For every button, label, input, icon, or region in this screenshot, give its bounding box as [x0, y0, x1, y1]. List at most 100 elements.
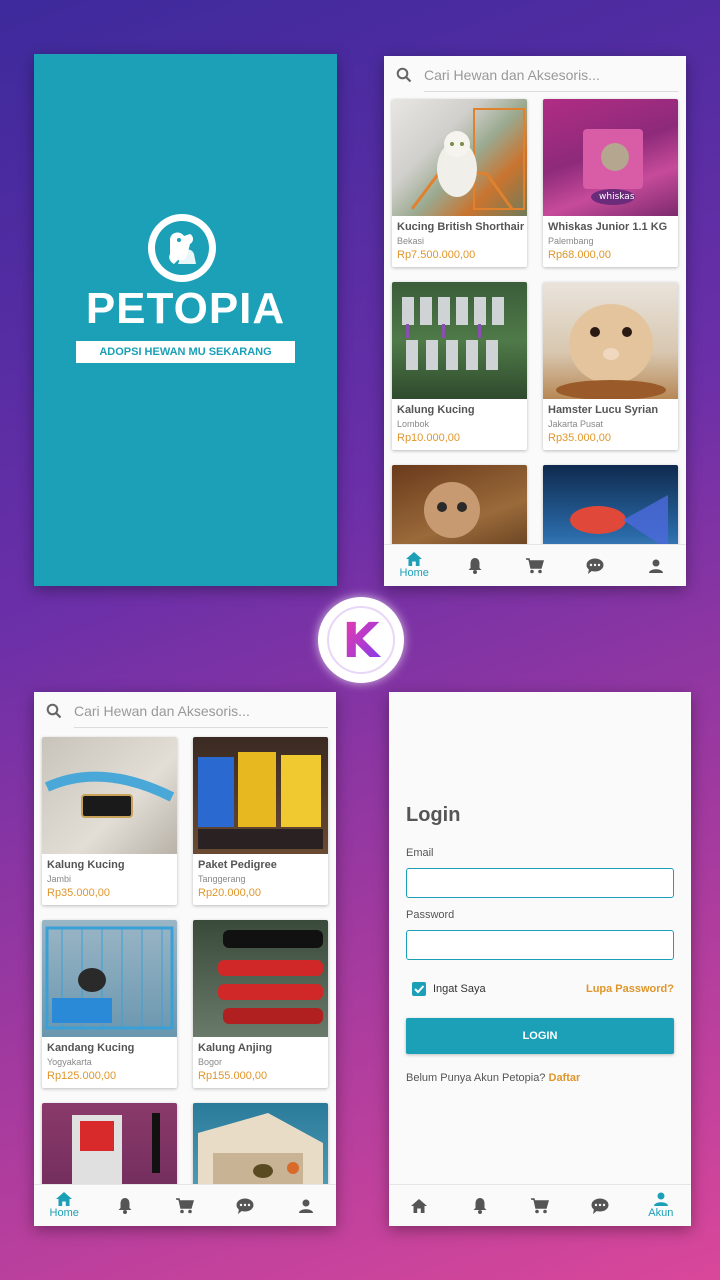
nav-cart[interactable]: [510, 1185, 570, 1226]
k-logo-badge: K: [318, 597, 404, 683]
product-price: Rp35.000,00: [548, 432, 611, 444]
search-icon[interactable]: [384, 67, 424, 83]
nav-chat[interactable]: [570, 1185, 630, 1226]
product-price: Rp125.000,00: [47, 1070, 117, 1082]
product-city: Palembang: [548, 236, 594, 246]
product-price: Rp68.000,00: [548, 249, 611, 261]
bell-icon: [118, 1197, 132, 1214]
app-title: PETOPIA: [85, 284, 286, 333]
splash-screen: PETOPIA ADOPSI HEWAN MU SEKARANG: [34, 54, 337, 586]
product-price: Rp155.000,00: [198, 1070, 268, 1082]
register-prompt: Belum Punya Akun Petopia? Daftar: [406, 1072, 580, 1084]
product-name: Whiskas Junior 1.1 KG: [548, 221, 668, 233]
nav-account[interactable]: [626, 545, 686, 586]
search-bar[interactable]: Cari Hewan dan Aksesoris...: [34, 692, 336, 730]
product-image-collars: [392, 282, 527, 399]
nav-chat[interactable]: [215, 1185, 275, 1226]
register-link[interactable]: Daftar: [549, 1072, 581, 1084]
product-city: Tanggerang: [198, 874, 246, 884]
shop-screen-b: Cari Hewan dan Aksesoris... Kalung Kucin…: [34, 692, 336, 1226]
nav-notifications[interactable]: [94, 1185, 154, 1226]
product-image-pedigree: [193, 737, 328, 854]
product-name: Kalung Anjing: [198, 1042, 273, 1054]
product-image-cat-collar: [42, 737, 177, 854]
product-price: Rp35.000,00: [47, 887, 110, 899]
nav-account[interactable]: [276, 1185, 336, 1226]
product-card[interactable]: Kucing British Shorthair Bekasi Rp7.500.…: [392, 99, 527, 267]
nav-home-label: Home: [399, 567, 429, 579]
remember-checkbox[interactable]: [412, 982, 426, 996]
search-input[interactable]: Cari Hewan dan Aksesoris...: [424, 67, 600, 83]
nav-home-label: Home: [49, 1207, 79, 1219]
nav-account-label: Akun: [648, 1207, 674, 1219]
search-input[interactable]: Cari Hewan dan Aksesoris...: [74, 703, 250, 719]
product-card[interactable]: Kalung Kucing Lombok Rp10.000,00: [392, 282, 527, 450]
nav-notifications[interactable]: [449, 1185, 509, 1226]
product-city: Bekasi: [397, 236, 425, 246]
product-image-cat: [392, 99, 527, 216]
product-card[interactable]: Paket Pedigree Tanggerang Rp20.000,00: [193, 737, 328, 905]
nav-account[interactable]: Akun: [631, 1185, 691, 1226]
product-price: Rp20.000,00: [198, 887, 261, 899]
product-name: Hamster Lucu Syrian: [548, 404, 659, 416]
search-bar[interactable]: Cari Hewan dan Aksesoris...: [384, 56, 686, 94]
nav-home[interactable]: [389, 1185, 449, 1226]
user-icon: [298, 1199, 313, 1213]
k-letter: K: [342, 613, 381, 669]
login-screen: Login Email Password Ingat Saya Lupa Pas…: [389, 692, 691, 1226]
product-image-catfood: whiskas: [543, 99, 678, 216]
bell-icon: [473, 1197, 487, 1214]
product-city: Yogyakarta: [47, 1057, 92, 1067]
chat-icon: [591, 1198, 609, 1214]
product-card[interactable]: Kalung Anjing Bogor Rp155.000,00: [193, 920, 328, 1088]
nav-notifications[interactable]: [444, 545, 504, 586]
email-field[interactable]: [406, 868, 674, 898]
nav-cart[interactable]: [505, 545, 565, 586]
nav-chat[interactable]: [565, 545, 625, 586]
email-label: Email: [406, 847, 434, 859]
bottom-nav: Akun: [389, 1184, 691, 1226]
user-icon: [648, 559, 663, 573]
user-icon: [653, 1192, 668, 1206]
shop-screen-a: Cari Hewan dan Aksesoris... Kucing Briti…: [384, 56, 686, 586]
product-image-cat-cage: [42, 920, 177, 1037]
register-prompt-text: Belum Punya Akun Petopia?: [406, 1072, 546, 1084]
product-name: Kucing British Shorthair: [397, 221, 525, 233]
search-underline: [74, 727, 328, 728]
nav-home[interactable]: Home: [384, 545, 444, 586]
checkmark-icon: [414, 985, 425, 994]
bell-icon: [468, 557, 482, 574]
cart-icon: [176, 1197, 195, 1213]
search-icon[interactable]: [34, 703, 74, 719]
nav-cart[interactable]: [155, 1185, 215, 1226]
product-city: Bogor: [198, 1057, 223, 1067]
login-button[interactable]: LOGIN: [406, 1018, 674, 1054]
app-tagline: ADOPSI HEWAN MU SEKARANG: [76, 341, 295, 363]
product-name: Kalung Kucing: [397, 404, 475, 416]
product-price: Rp7.500.000,00: [397, 249, 476, 261]
product-image-dog-collar: [193, 920, 328, 1037]
password-label: Password: [406, 909, 455, 921]
bottom-nav: Home: [384, 544, 686, 586]
product-card[interactable]: Hamster Lucu Syrian Jakarta Pusat Rp35.0…: [543, 282, 678, 450]
search-underline: [424, 91, 678, 92]
password-field[interactable]: [406, 930, 674, 960]
home-icon: [406, 552, 423, 566]
product-name: Kandang Kucing: [47, 1042, 135, 1054]
home-icon: [56, 1192, 73, 1206]
product-card[interactable]: Kandang Kucing Yogyakarta Rp125.000,00: [42, 920, 177, 1088]
nav-home[interactable]: Home: [34, 1185, 94, 1226]
login-title: Login: [406, 804, 461, 826]
product-city: Jambi: [47, 874, 72, 884]
chat-icon: [586, 558, 604, 574]
cart-icon: [531, 1197, 550, 1213]
product-card[interactable]: whiskas Whiskas Junior 1.1 KG Palembang …: [543, 99, 678, 267]
cart-icon: [526, 557, 545, 573]
product-name: Paket Pedigree: [198, 859, 277, 871]
forgot-password-link[interactable]: Lupa Password?: [586, 983, 674, 995]
remember-label[interactable]: Ingat Saya: [433, 983, 486, 995]
svg-text:whiskas: whiskas: [599, 192, 635, 202]
product-name: Kalung Kucing: [47, 859, 125, 871]
product-card[interactable]: Kalung Kucing Jambi Rp35.000,00: [42, 737, 177, 905]
product-city: Lombok: [397, 419, 430, 429]
